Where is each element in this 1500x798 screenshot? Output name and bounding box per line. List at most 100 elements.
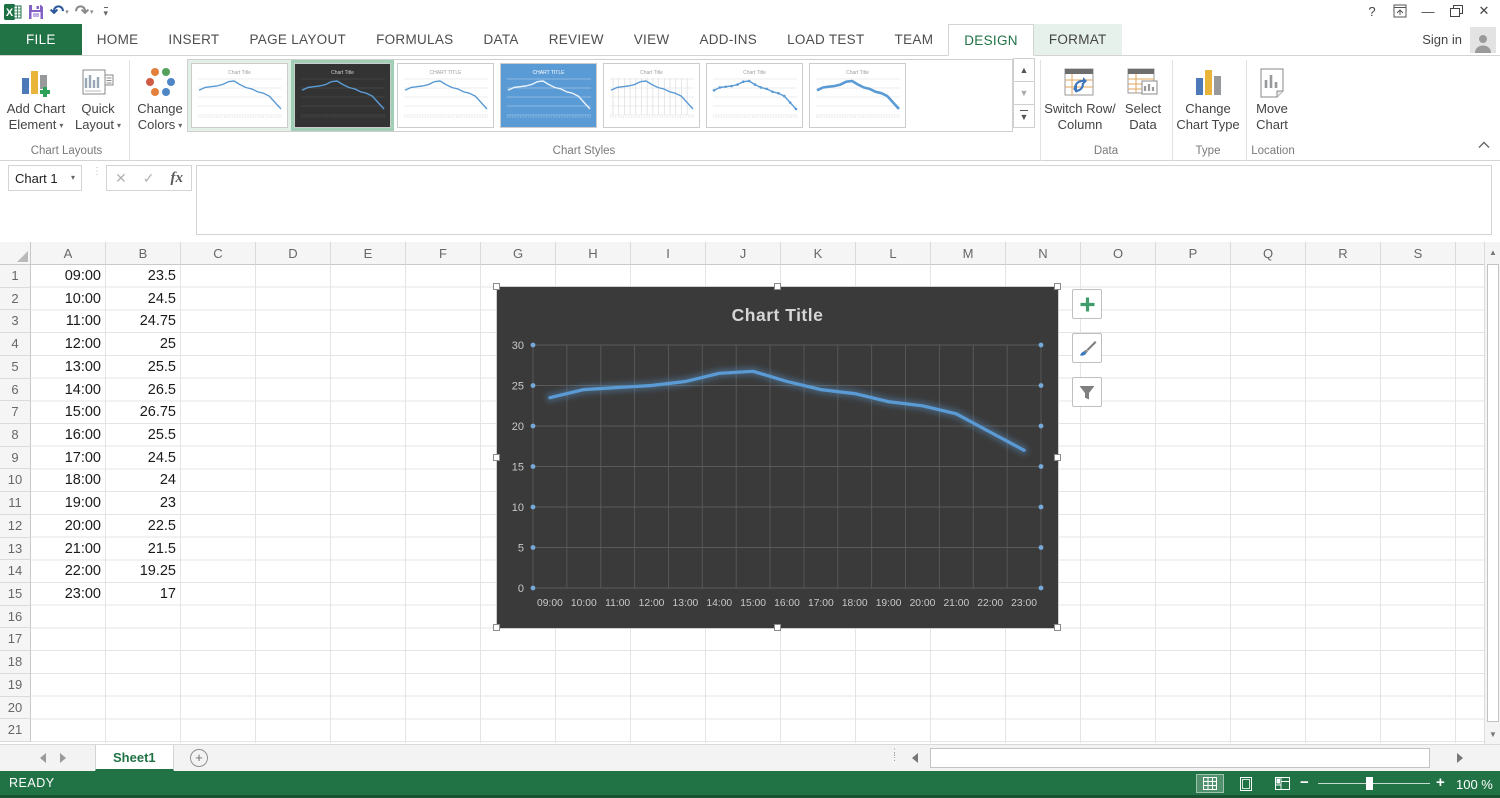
row-header-14[interactable]: 14	[0, 560, 31, 583]
cell-B2[interactable]: 24.5	[106, 288, 181, 311]
tab-data[interactable]: DATA	[468, 24, 533, 55]
formula-bar-splitter[interactable]: ⋮	[92, 169, 102, 175]
cell-B13[interactable]: 21.5	[106, 538, 181, 561]
switch-row-column-button[interactable]: Switch Row/Column	[1044, 59, 1116, 155]
page-layout-view-button[interactable]	[1232, 774, 1260, 793]
column-header-F[interactable]: F	[406, 242, 481, 265]
embedded-chart[interactable]: Chart Title05101520253009:0010:0011:0012…	[497, 287, 1058, 628]
cell-A2[interactable]: 10:00	[31, 288, 106, 311]
column-header-C[interactable]: C	[181, 242, 256, 265]
chart-style-7[interactable]: Chart Title	[806, 60, 909, 131]
gallery-more-button[interactable]: ▼	[1013, 104, 1035, 128]
tab-design[interactable]: DESIGN	[948, 24, 1034, 56]
chart-selection-handle[interactable]	[1054, 624, 1061, 631]
cell-A11[interactable]: 19:00	[31, 492, 106, 515]
redo-dropdown-icon[interactable]: ▾	[90, 8, 94, 16]
row-header-10[interactable]: 10	[0, 469, 31, 492]
chart-selection-handle[interactable]	[774, 624, 781, 631]
tab-file[interactable]: FILE	[0, 24, 82, 55]
horizontal-scroll-thumb[interactable]	[930, 748, 1430, 768]
cell-A3[interactable]: 11:00	[31, 310, 106, 333]
zoom-in-button[interactable]: +	[1436, 774, 1445, 791]
cell-B7[interactable]: 26.75	[106, 401, 181, 424]
cancel-formula-button[interactable]: ✕	[115, 170, 127, 187]
previous-sheet-button[interactable]	[40, 753, 46, 763]
column-header-B[interactable]: B	[106, 242, 181, 265]
row-header-6[interactable]: 6	[0, 379, 31, 402]
scroll-left-button[interactable]	[905, 748, 925, 768]
enter-formula-button[interactable]: ✓	[143, 170, 155, 187]
cell-B9[interactable]: 24.5	[106, 447, 181, 470]
name-box-dropdown-icon[interactable]: ▾	[71, 173, 75, 182]
row-header-19[interactable]: 19	[0, 674, 31, 697]
column-header-S[interactable]: S	[1381, 242, 1456, 265]
cell-A7[interactable]: 15:00	[31, 401, 106, 424]
customize-qat-button[interactable]: ▾	[104, 7, 109, 17]
row-header-20[interactable]: 20	[0, 697, 31, 720]
undo-button[interactable]: ↶▾	[50, 2, 69, 22]
page-break-view-button[interactable]	[1268, 774, 1296, 793]
chart-style-3[interactable]: CHART TITLE	[394, 60, 497, 131]
select-all-corner[interactable]	[0, 242, 31, 265]
save-button[interactable]	[28, 2, 44, 22]
add-chart-element-button[interactable]: Add ChartElement▾	[4, 59, 68, 155]
chart-title[interactable]: Chart Title	[732, 305, 824, 325]
cell-B14[interactable]: 19.25	[106, 560, 181, 583]
gallery-scroll-up-button[interactable]: ▲	[1013, 58, 1035, 82]
cell-A8[interactable]: 16:00	[31, 424, 106, 447]
change-colors-button[interactable]: ChangeColors▾	[133, 59, 187, 155]
undo-dropdown-icon[interactable]: ▾	[65, 8, 69, 16]
row-header-2[interactable]: 2	[0, 288, 31, 311]
help-button[interactable]: ?	[1358, 0, 1386, 22]
chart-selection-handle[interactable]	[493, 624, 500, 631]
zoom-level[interactable]: 100 %	[1456, 777, 1493, 792]
column-header-Q[interactable]: Q	[1231, 242, 1306, 265]
chart-elements-button[interactable]	[1072, 289, 1102, 319]
column-header-partial[interactable]	[1456, 242, 1484, 265]
restore-button[interactable]	[1442, 0, 1470, 22]
cell-B5[interactable]: 25.5	[106, 356, 181, 379]
column-header-E[interactable]: E	[331, 242, 406, 265]
cell-B12[interactable]: 22.5	[106, 515, 181, 538]
chart-selection-handle[interactable]	[1054, 454, 1061, 461]
row-header-4[interactable]: 4	[0, 333, 31, 356]
cell-B8[interactable]: 25.5	[106, 424, 181, 447]
chart-style-2-selected[interactable]: Chart Title	[291, 60, 394, 131]
chart-selection-handle[interactable]	[774, 283, 781, 290]
cell-A13[interactable]: 21:00	[31, 538, 106, 561]
cell-A1[interactable]: 09:00	[31, 265, 106, 288]
scroll-up-button[interactable]: ▲	[1486, 242, 1500, 262]
cell-B3[interactable]: 24.75	[106, 310, 181, 333]
move-chart-button[interactable]: MoveChart	[1248, 59, 1296, 155]
column-header-G[interactable]: G	[481, 242, 556, 265]
cell-B15[interactable]: 17	[106, 583, 181, 606]
row-header-18[interactable]: 18	[0, 651, 31, 674]
tab-insert[interactable]: INSERT	[153, 24, 234, 55]
scroll-down-button[interactable]: ▼	[1486, 724, 1500, 744]
collapse-ribbon-button[interactable]	[1478, 136, 1490, 154]
column-header-D[interactable]: D	[256, 242, 331, 265]
user-avatar-icon[interactable]	[1470, 27, 1496, 53]
chart-selection-handle[interactable]	[1054, 283, 1061, 290]
cell-A9[interactable]: 17:00	[31, 447, 106, 470]
cell-B10[interactable]: 24	[106, 469, 181, 492]
tab-add-ins[interactable]: ADD-INS	[684, 24, 772, 55]
tab-scrollbar-splitter[interactable]: ⋮⋮	[890, 750, 899, 760]
cell-A6[interactable]: 14:00	[31, 379, 106, 402]
select-data-button[interactable]: SelectData	[1118, 59, 1168, 155]
cell-B11[interactable]: 23	[106, 492, 181, 515]
vertical-scroll-thumb[interactable]	[1487, 264, 1499, 722]
chart-selection-handle[interactable]	[493, 454, 500, 461]
tab-page-layout[interactable]: PAGE LAYOUT	[234, 24, 361, 55]
chart-style-6[interactable]: Chart Title	[703, 60, 806, 131]
row-header-13[interactable]: 13	[0, 538, 31, 561]
row-header-15[interactable]: 15	[0, 583, 31, 606]
row-header-12[interactable]: 12	[0, 515, 31, 538]
column-header-A[interactable]: A	[31, 242, 106, 265]
cell-B4[interactable]: 25	[106, 333, 181, 356]
row-header-17[interactable]: 17	[0, 628, 31, 651]
cell-B6[interactable]: 26.5	[106, 379, 181, 402]
normal-view-button[interactable]	[1196, 774, 1224, 793]
column-header-J[interactable]: J	[706, 242, 781, 265]
chart-styles-button[interactable]	[1072, 333, 1102, 363]
